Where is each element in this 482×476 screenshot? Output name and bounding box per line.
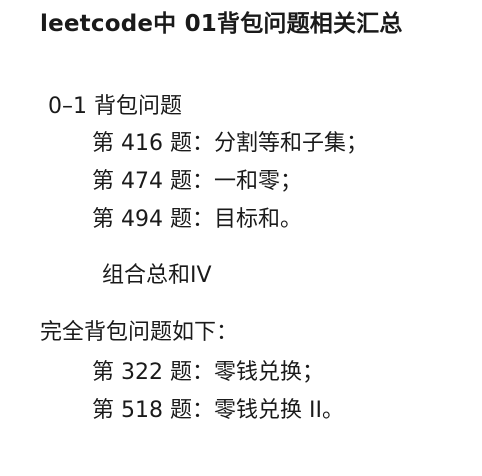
list-item: 第 518 题：零钱兑换 II。 — [92, 398, 344, 423]
list-item: 第 474 题：一和零； — [92, 169, 302, 194]
section-heading-complete-knapsack: 完全背包问题如下： — [40, 320, 239, 345]
page-title: leetcode中 01背包问题相关汇总 — [40, 11, 403, 37]
list-item: 第 494 题：目标和。 — [92, 207, 302, 232]
list-item: 第 416 题：分割等和子集； — [92, 131, 368, 156]
extra-note: 组合总和IV — [102, 263, 212, 288]
section-heading-01-knapsack: 0–1 背包问题 — [48, 94, 182, 119]
list-item: 第 322 题：零钱兑换； — [92, 360, 324, 385]
